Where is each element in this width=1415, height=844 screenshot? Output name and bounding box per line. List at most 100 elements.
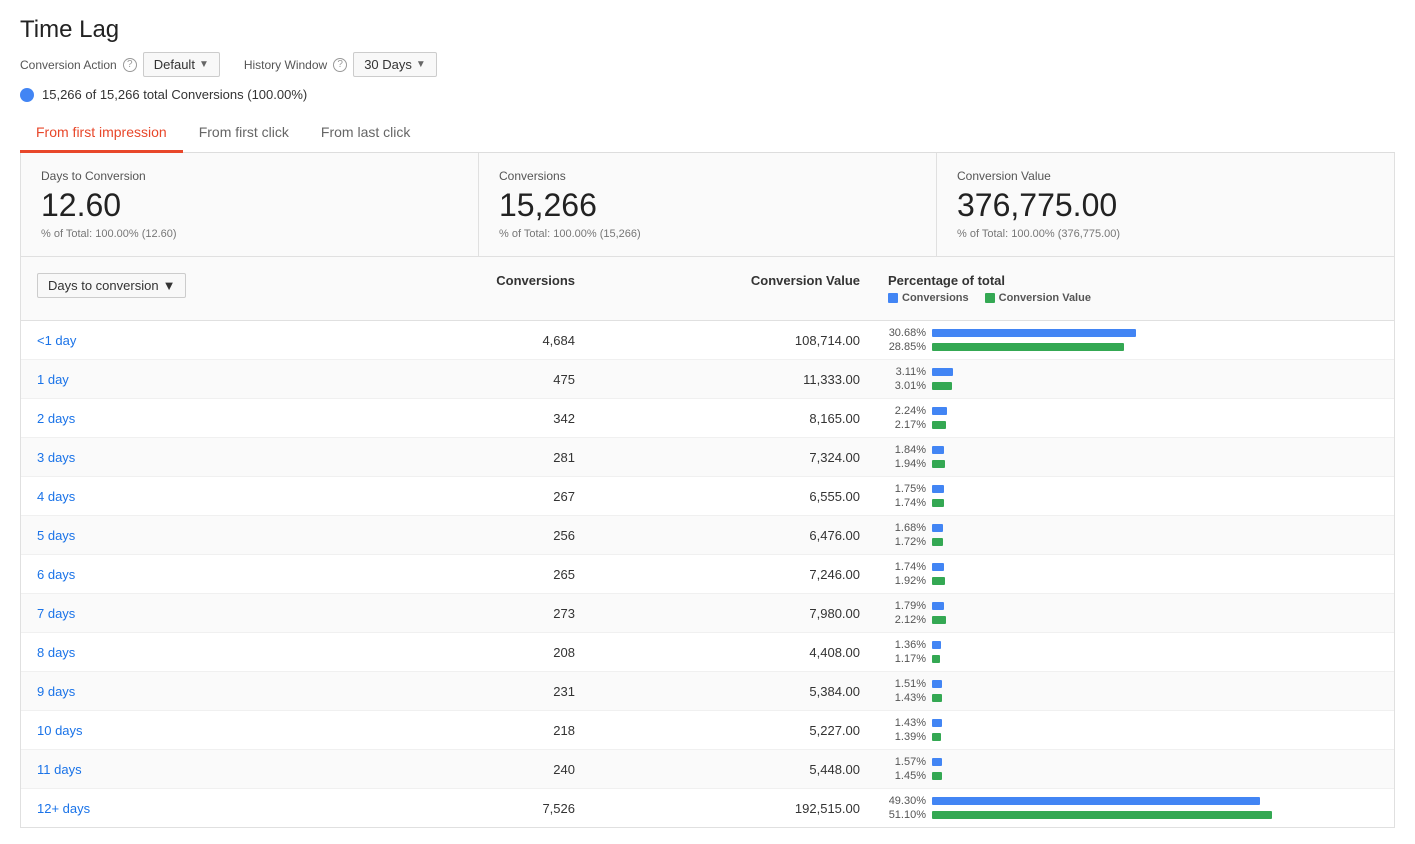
history-window-label: History Window [244, 58, 327, 72]
bar-track-conv [932, 602, 1382, 610]
bar-fill-val [932, 460, 945, 468]
row-label: 10 days [21, 715, 306, 746]
row-bars: 1.43% 1.39% [876, 711, 1394, 749]
row-bars: 1.79% 2.12% [876, 594, 1394, 632]
controls-row: Conversion Action ? Default ▼ History Wi… [20, 52, 1395, 77]
days-dropdown-arrow-icon: ▼ [163, 278, 176, 293]
bar-pct-val: 1.43% [888, 692, 926, 704]
row-bars: 2.24% 2.17% [876, 399, 1394, 437]
bar-track-val [932, 499, 1382, 507]
row-bars: 1.74% 1.92% [876, 555, 1394, 593]
bar-track-val [932, 538, 1382, 546]
metric-days-to-conversion: Days to Conversion 12.60 % of Total: 100… [21, 153, 479, 256]
row-conversions: 256 [306, 520, 591, 551]
history-window-dropdown[interactable]: 30 Days ▼ [353, 52, 437, 77]
summary-text: 15,266 of 15,266 total Conversions (100.… [42, 87, 307, 102]
bar-pct-conv: 1.51% [888, 678, 926, 690]
bar-track-conv [932, 719, 1382, 727]
bar-track-conv [932, 329, 1382, 337]
tab-first-click[interactable]: From first click [183, 114, 305, 153]
bar-fill-val [932, 655, 940, 663]
bar-fill-val [932, 772, 942, 780]
table-row: 7 days 273 7,980.00 1.79% 2.12% [21, 594, 1394, 633]
row-conv-value: 11,333.00 [591, 364, 876, 395]
conversion-action-dropdown[interactable]: Default ▼ [143, 52, 220, 77]
tab-last-click[interactable]: From last click [305, 114, 426, 153]
bar-pct-val: 1.92% [888, 575, 926, 587]
history-window-group: History Window ? 30 Days ▼ [244, 52, 437, 77]
row-conv-value: 8,165.00 [591, 403, 876, 434]
table-row: 9 days 231 5,384.00 1.51% 1.43% [21, 672, 1394, 711]
row-label: 2 days [21, 403, 306, 434]
row-label: 8 days [21, 637, 306, 668]
row-conversions: 267 [306, 481, 591, 512]
table-row: 6 days 265 7,246.00 1.74% 1.92% [21, 555, 1394, 594]
bar-pct-conv: 1.68% [888, 522, 926, 534]
bar-track-val [932, 772, 1382, 780]
bar-fill-val [932, 538, 943, 546]
row-conversions: 265 [306, 559, 591, 590]
history-window-help-icon[interactable]: ? [333, 58, 347, 72]
row-label: 5 days [21, 520, 306, 551]
bar-fill-conv [932, 602, 944, 610]
metric-sub-conversions: % of Total: 100.00% (15,266) [499, 228, 916, 240]
bar-track-val [932, 655, 1382, 663]
bar-pct-val: 1.74% [888, 497, 926, 509]
bar-track-conv [932, 797, 1382, 805]
row-conversions: 7,526 [306, 793, 591, 824]
tab-first-impression[interactable]: From first impression [20, 114, 183, 153]
bar-pct-val: 1.45% [888, 770, 926, 782]
metric-value-conv-value: 376,775.00 [957, 187, 1374, 224]
row-bars: 30.68% 28.85% [876, 321, 1394, 359]
bar-track-conv [932, 446, 1382, 454]
row-conv-value: 6,555.00 [591, 481, 876, 512]
row-label: 12+ days [21, 793, 306, 824]
bar-fill-val [932, 733, 941, 741]
row-label: 3 days [21, 442, 306, 473]
bar-track-val [932, 343, 1382, 351]
row-label: 4 days [21, 481, 306, 512]
bar-fill-conv [932, 563, 944, 571]
bar-track-conv [932, 368, 1382, 376]
metric-label-conv-value: Conversion Value [957, 169, 1374, 183]
row-conv-value: 7,980.00 [591, 598, 876, 629]
table-header: Days to conversion ▼ Conversions Convers… [21, 257, 1394, 321]
bar-pct-val: 1.17% [888, 653, 926, 665]
bar-pct-conv: 30.68% [888, 327, 926, 339]
page-title: Time Lag [20, 16, 1395, 44]
page-container: Time Lag Conversion Action ? Default ▼ H… [0, 0, 1415, 844]
bar-track-conv [932, 563, 1382, 571]
metric-sub-days: % of Total: 100.00% (12.60) [41, 228, 458, 240]
tabs-container: From first impression From first click F… [20, 114, 1395, 153]
metric-value-conversions: 15,266 [499, 187, 916, 224]
row-label: 1 day [21, 364, 306, 395]
row-bars: 1.51% 1.43% [876, 672, 1394, 710]
bar-track-val [932, 694, 1382, 702]
bar-track-val [932, 733, 1382, 741]
table-row: <1 day 4,684 108,714.00 30.68% 28.85% [21, 321, 1394, 360]
row-label: <1 day [21, 325, 306, 356]
legend-label-conv-value: Conversion Value [999, 292, 1091, 304]
table-row: 5 days 256 6,476.00 1.68% 1.72% [21, 516, 1394, 555]
conversion-action-help-icon[interactable]: ? [123, 58, 137, 72]
bar-pct-val: 2.12% [888, 614, 926, 626]
bar-pct-val: 28.85% [888, 341, 926, 353]
bar-track-val [932, 616, 1382, 624]
bar-pct-conv: 1.57% [888, 756, 926, 768]
bar-pct-conv: 2.24% [888, 405, 926, 417]
conversion-action-group: Conversion Action ? Default ▼ [20, 52, 220, 77]
bar-pct-conv: 1.84% [888, 444, 926, 456]
days-conversion-dropdown[interactable]: Days to conversion ▼ [37, 273, 186, 298]
table-row: 8 days 208 4,408.00 1.36% 1.17% [21, 633, 1394, 672]
bar-fill-conv [932, 446, 944, 454]
bar-pct-conv: 1.74% [888, 561, 926, 573]
row-conversions: 273 [306, 598, 591, 629]
history-window-arrow-icon: ▼ [416, 59, 426, 70]
summary-row: 15,266 of 15,266 total Conversions (100.… [20, 87, 1395, 102]
table-row: 4 days 267 6,555.00 1.75% 1.74% [21, 477, 1394, 516]
bar-pct-conv: 1.79% [888, 600, 926, 612]
days-dropdown-label: Days to conversion [48, 278, 159, 293]
column-header-percentage: Percentage of total Conversions Conversi… [876, 267, 1394, 310]
bar-fill-val [932, 694, 942, 702]
row-label: 6 days [21, 559, 306, 590]
